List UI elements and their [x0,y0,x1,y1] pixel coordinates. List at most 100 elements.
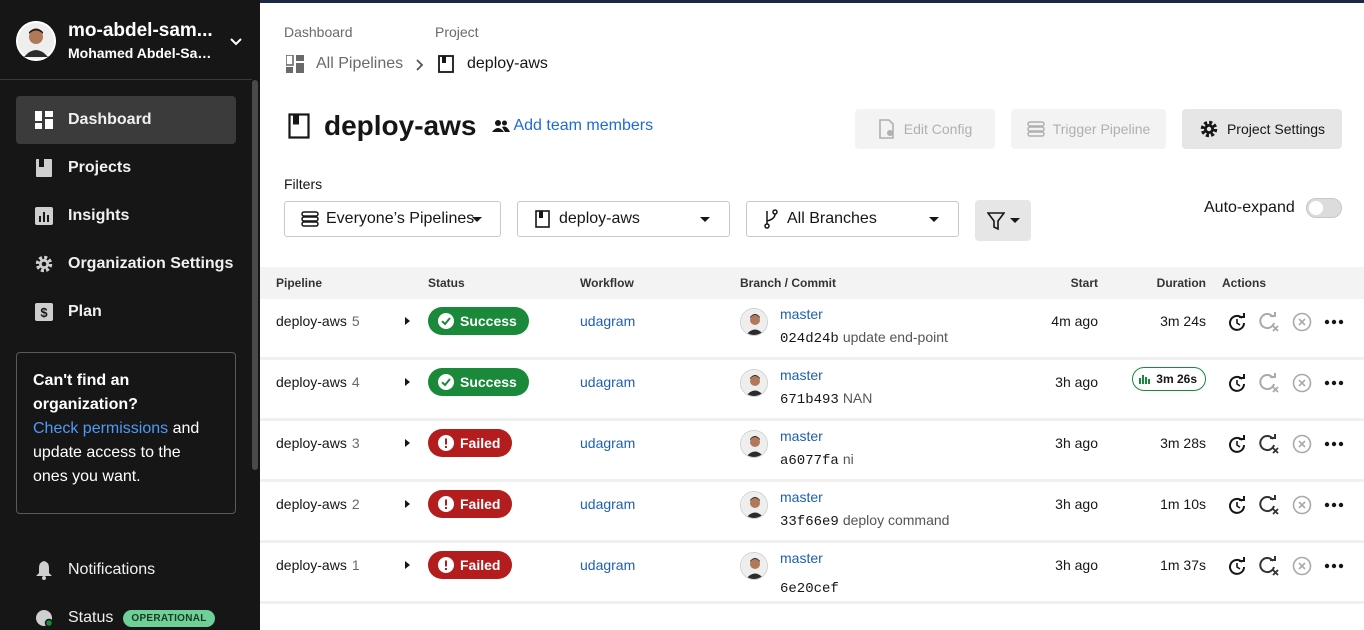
pipeline-name[interactable]: deploy-aws 4 [276,374,360,390]
project-filter-dropdown[interactable]: deploy-aws [517,201,730,237]
sidebar-scrollbar[interactable] [252,80,258,470]
cancel-icon[interactable] [1291,494,1313,516]
commit-message: NAN [842,390,873,406]
expand-caret-icon[interactable] [405,439,410,447]
commit[interactable]: 6e20cef [780,579,843,597]
pipelines-filter-dropdown[interactable]: Everyone’s Pipelines [284,201,501,237]
sidebar-item-label: Notifications [68,561,156,578]
branch-link[interactable]: master [780,550,823,566]
cancel-icon[interactable] [1291,433,1313,455]
caret-down-icon [929,217,939,222]
rerun-icon[interactable] [1226,433,1248,455]
auto-expand-toggle[interactable] [1306,198,1342,218]
table-row[interactable]: deploy-aws 3 Failed udagram master a6077fa ni 3… [260,421,1364,479]
cancel-icon[interactable] [1291,555,1313,577]
sidebar-item-status[interactable]: Status OPERATIONAL [16,594,236,630]
branch-link[interactable]: master [780,428,823,444]
more-icon[interactable] [1323,555,1345,577]
workflow-link[interactable]: udagram [580,313,635,329]
pipeline-name[interactable]: deploy-aws 1 [276,557,360,573]
branch-link[interactable]: master [780,367,823,383]
table-row[interactable]: deploy-aws 5 Success udagram master 024d24b up… [260,299,1364,357]
pipeline-project: deploy-aws [276,496,347,512]
start-time: 3h ago [1055,435,1098,451]
dollar-icon: $ [34,302,54,322]
commit[interactable]: 024d24b update end-point [780,329,948,347]
cancel-icon[interactable] [1291,372,1313,394]
commit[interactable]: 671b493 NAN [780,390,872,408]
rerun-failed-icon[interactable] [1258,372,1280,394]
duration-value: 1m 37s [1160,557,1206,573]
commit[interactable]: 33f66e9 deploy command [780,512,949,530]
workflow-link[interactable]: udagram [580,374,635,390]
more-icon[interactable] [1323,494,1345,516]
rerun-failed-icon[interactable] [1258,311,1280,333]
commit[interactable]: a6077fa ni [780,451,854,469]
pipelines-filter-value: Everyone’s Pipelines [326,210,475,227]
status-badge[interactable]: Failed [428,429,513,457]
workflow-link[interactable]: udagram [580,496,635,512]
rerun-icon[interactable] [1226,555,1248,577]
status-badge[interactable]: Failed [428,551,513,579]
cancel-icon[interactable] [1291,311,1313,333]
branch-link[interactable]: master [780,306,823,322]
sidebar-item-insights[interactable]: Insights [16,192,236,240]
table-row[interactable]: deploy-aws 4 Success udagram master 671b493 NA… [260,360,1364,418]
project-filter-value: deploy-aws [559,210,640,227]
check-circle-icon [438,374,454,390]
status-badge[interactable]: Success [428,368,529,396]
trigger-pipeline-label: Trigger Pipeline [1052,121,1151,137]
status-badge[interactable]: Success [428,307,529,335]
advanced-filter-button[interactable] [975,200,1031,241]
status-label: Success [460,313,517,329]
avatar [740,430,768,458]
sidebar-item-notifications[interactable]: Notifications [16,546,236,594]
breadcrumb-all-pipelines[interactable]: All Pipelines [286,55,403,73]
bar-chart-icon [1139,375,1151,384]
sidebar-item-organization-settings[interactable]: Organization Settings [16,240,236,288]
org-switcher[interactable]: mo-abdel-sam... Mohamed Abdel-Sam... [16,20,246,64]
status-badge[interactable]: Failed [428,490,513,518]
pipeline-name[interactable]: deploy-aws 5 [276,313,360,329]
more-icon[interactable] [1323,311,1345,333]
rerun-failed-icon[interactable] [1258,555,1280,577]
rerun-failed-icon[interactable] [1258,494,1280,516]
project-settings-button[interactable]: Project Settings [1182,109,1342,149]
pipeline-name[interactable]: deploy-aws 2 [276,496,360,512]
toggle-knob [1309,201,1323,215]
rerun-icon[interactable] [1226,372,1248,394]
sidebar-item-dashboard[interactable]: Dashboard [16,96,236,144]
commit-message: update end-point [842,329,948,345]
trigger-pipeline-button[interactable]: Trigger Pipeline [1011,109,1166,149]
more-icon[interactable] [1323,372,1345,394]
workflow-link[interactable]: udagram [580,435,635,451]
table-row[interactable]: deploy-aws 1 Failed udagram master 6e20cef 3h … [260,543,1364,601]
expand-caret-icon[interactable] [405,378,410,386]
add-team-members-link[interactable]: Add team members [492,117,653,135]
pipeline-name[interactable]: deploy-aws 3 [276,435,360,451]
column-header-status: Status [428,276,465,290]
rerun-icon[interactable] [1226,494,1248,516]
check-permissions-link[interactable]: Check permissions [33,420,168,437]
rerun-failed-icon[interactable] [1258,433,1280,455]
branch-link[interactable]: master [780,489,823,505]
duration-pill[interactable]: 3m 26s [1132,367,1206,391]
status-badge: OPERATIONAL [123,609,215,627]
rerun-icon[interactable] [1226,311,1248,333]
workflow-link[interactable]: udagram [580,557,635,573]
expand-caret-icon[interactable] [405,561,410,569]
sidebar-item-projects[interactable]: Projects [16,144,236,192]
org-full-name: Mohamed Abdel-Sam... [68,45,218,61]
expand-caret-icon[interactable] [405,317,410,325]
table-row[interactable]: deploy-aws 2 Failed udagram master 33f66e9 dep… [260,482,1364,540]
branch-filter-dropdown[interactable]: All Branches [746,201,959,237]
sidebar-item-plan[interactable]: $ Plan [16,288,236,336]
breadcrumb-project[interactable]: deploy-aws [438,55,548,73]
more-icon[interactable] [1323,433,1345,455]
svg-text:$: $ [40,305,48,320]
expand-caret-icon[interactable] [405,500,410,508]
edit-config-button[interactable]: Edit Config [855,109,995,149]
branch-filter-value: All Branches [787,210,877,227]
pipeline-project: deploy-aws [276,374,347,390]
start-time: 3h ago [1055,496,1098,512]
